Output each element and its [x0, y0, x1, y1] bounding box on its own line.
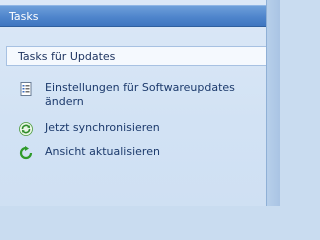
task-change-update-settings[interactable]: Einstellungen für Softwareupdates ändern	[19, 81, 235, 109]
tasks-header: Tasks	[0, 5, 266, 27]
tasks-header-title: Tasks	[9, 10, 39, 23]
task-refresh-view[interactable]: Ansicht aktualisieren	[19, 145, 160, 160]
sync-icon	[19, 122, 33, 136]
task-sync-now[interactable]: Jetzt synchronisieren	[19, 121, 160, 136]
task-label: Ansicht aktualisieren	[45, 145, 160, 158]
section-title-bar: Tasks für Updates	[6, 46, 266, 66]
task-label-line-2: ändern	[45, 95, 84, 108]
refresh-icon	[19, 146, 33, 160]
task-label: Jetzt synchronisieren	[45, 121, 160, 134]
settings-list-icon	[20, 82, 32, 96]
section-title: Tasks für Updates	[18, 50, 116, 63]
scrollbar-track[interactable]	[267, 0, 280, 206]
task-label: Einstellungen für Softwareupdates ändern	[45, 81, 235, 109]
task-label-line-1: Einstellungen für Softwareupdates	[45, 81, 235, 94]
tasks-pane: Tasks Tasks für Updates Einstellungen fü…	[0, 0, 267, 206]
